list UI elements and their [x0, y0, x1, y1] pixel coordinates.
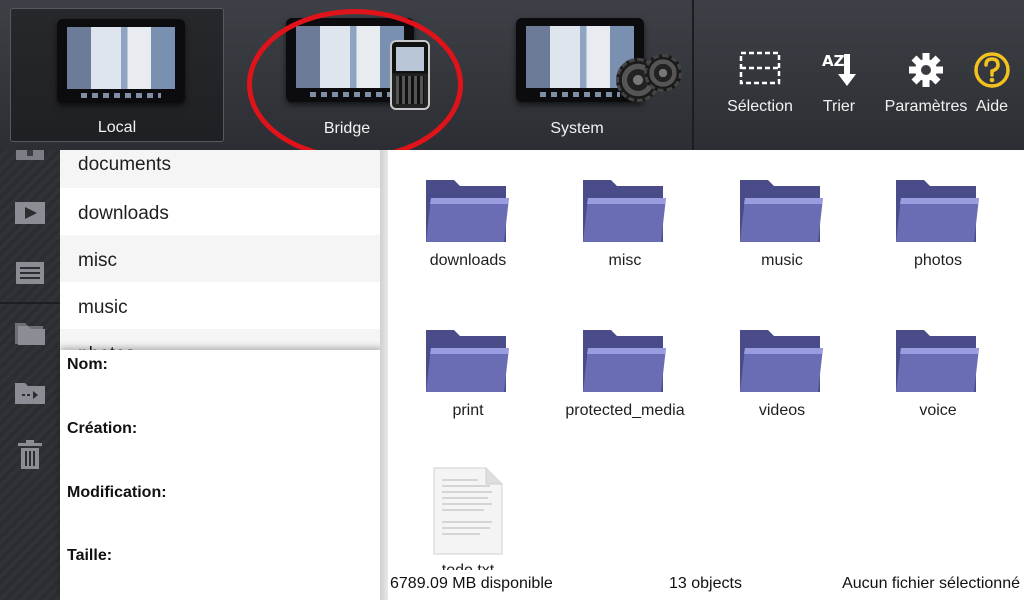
file-item[interactable]: todo.txt [398, 466, 538, 570]
sort-label: Trier [822, 98, 856, 115]
folder-name: photos [913, 252, 963, 269]
free-space-text: 6789.09 MB disponible [390, 575, 553, 592]
tablet-device-icon [57, 19, 185, 103]
sort-button[interactable]: AZ Trier [816, 50, 862, 116]
source-tab-label: Bridge [323, 120, 371, 137]
selection-label: Sélection [727, 98, 793, 115]
file-name: todo.txt [398, 562, 538, 570]
file-info-panel: Nom: Création: Modification: Taille: [60, 350, 382, 600]
folder-item[interactable]: voice [868, 324, 1008, 420]
size-label: Taille: [67, 547, 113, 564]
folder-item[interactable]: protected_media [555, 324, 695, 420]
source-tab-label: Local [97, 119, 137, 136]
folder-list: documents downloads misc music photos [60, 150, 380, 350]
folder-list-item[interactable]: misc [60, 235, 380, 282]
folder-icon [893, 324, 983, 396]
folder-icon [580, 324, 670, 396]
selection-icon [724, 50, 796, 90]
upload-icon[interactable] [14, 150, 46, 164]
modification-label: Modification: [67, 484, 167, 501]
help-label: Aide [975, 98, 1009, 115]
top-bar: Local Bridge System Sélection AZ Trier P… [0, 0, 1024, 160]
folder-icon [737, 174, 827, 246]
name-label: Nom: [67, 356, 108, 373]
sort-icon-letter-a: AZ [822, 52, 845, 70]
folder-item[interactable]: music [712, 174, 852, 270]
folder-name: downloads [429, 252, 507, 269]
file-grid: downloads misc music photos print protected_m… [388, 150, 1024, 570]
folder-name: misc [608, 252, 642, 269]
source-tab-system[interactable]: System [470, 8, 684, 142]
source-tab-local[interactable]: Local [10, 8, 224, 142]
folder-icon [423, 324, 513, 396]
folder-item[interactable]: photos [868, 174, 1008, 270]
folder-name: videos [758, 402, 806, 419]
strip-divider [0, 302, 60, 304]
folder-item[interactable]: videos [712, 324, 852, 420]
copy-icon[interactable] [14, 320, 46, 346]
gears-icon [616, 54, 682, 106]
folder-list-item[interactable]: downloads [60, 188, 380, 235]
folder-item[interactable]: print [398, 324, 538, 420]
folder-item[interactable]: downloads [398, 174, 538, 270]
folder-icon [737, 324, 827, 396]
creation-label: Création: [67, 420, 138, 437]
folder-name: voice [919, 402, 957, 419]
sort-az-icon: AZ [816, 50, 862, 90]
status-bar: 6789.09 MB disponible 13 objects Aucun f… [388, 570, 1024, 600]
folder-name: protected_media [565, 402, 685, 419]
folder-name: print [452, 402, 484, 419]
settings-button[interactable]: Paramètres [880, 50, 972, 116]
source-tab-bridge[interactable]: Bridge [240, 8, 454, 142]
source-tab-label: System [550, 120, 604, 137]
left-action-strip [0, 150, 60, 600]
video-icon[interactable] [14, 200, 46, 226]
help-icon [970, 50, 1014, 90]
text-file-icon [432, 466, 504, 556]
folder-list-item[interactable]: photos [60, 329, 380, 350]
settings-label: Paramètres [884, 98, 968, 115]
folder-icon [580, 174, 670, 246]
folder-list-item[interactable]: documents [60, 150, 380, 188]
object-count-text: 13 objects [669, 575, 742, 592]
smartphone-icon [390, 40, 430, 110]
document-icon[interactable] [14, 260, 46, 286]
pane-splitter[interactable] [380, 150, 388, 600]
folder-icon [423, 174, 513, 246]
folder-item[interactable]: misc [555, 174, 695, 270]
folder-name: music [761, 252, 803, 269]
selection-button[interactable]: Sélection [724, 50, 796, 116]
toolbar-divider [692, 0, 694, 150]
gear-icon [880, 50, 972, 90]
help-button[interactable]: Aide [970, 50, 1014, 116]
folder-icon [893, 174, 983, 246]
selection-status-text: Aucun fichier sélectionné [842, 575, 1020, 592]
move-icon[interactable] [14, 380, 46, 406]
trash-icon[interactable] [14, 440, 46, 470]
folder-list-item[interactable]: music [60, 282, 380, 329]
